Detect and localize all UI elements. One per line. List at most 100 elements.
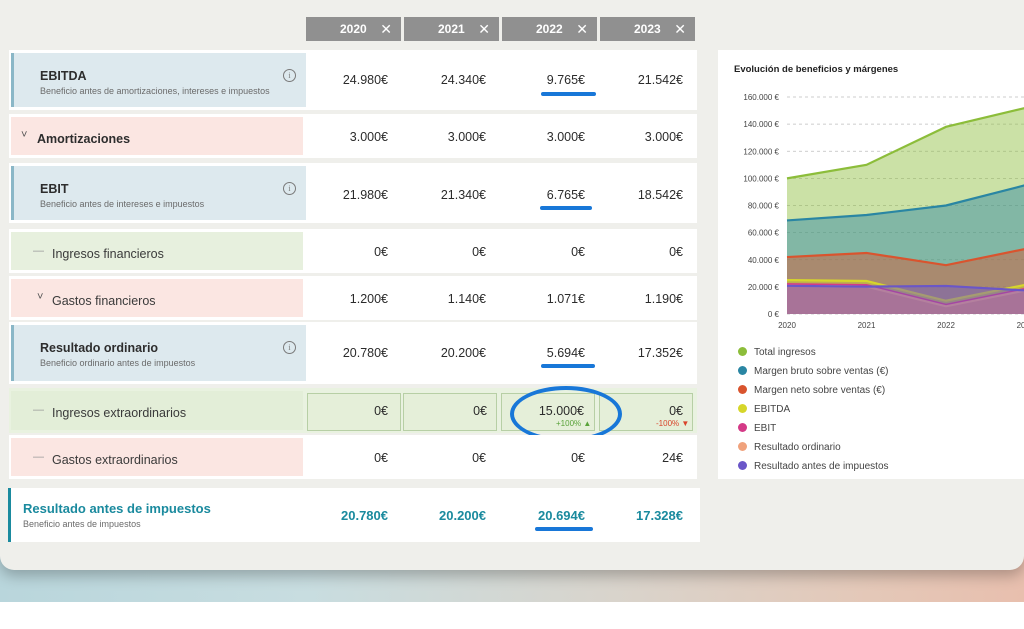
row-subtitle: Beneficio antes de intereses e impuestos	[40, 199, 205, 209]
dash-icon: —	[33, 245, 44, 257]
row-title: Resultado antes de impuestos	[23, 501, 211, 516]
close-icon[interactable]: ✕	[576, 17, 588, 41]
row-subtitle: Beneficio ordinario antes de impuestos	[40, 358, 196, 368]
value-2022: 6.765€	[546, 188, 585, 202]
value-2021: 0€	[472, 451, 486, 465]
value-2020: 3.000€	[349, 130, 388, 144]
x-tick-label: 2021	[858, 321, 876, 330]
value-input-2020[interactable]: 0€	[307, 393, 401, 431]
value-2023: 0€	[669, 245, 683, 259]
legend-dot-icon	[738, 347, 747, 356]
area-resultado-antes-de-impuestos	[787, 285, 1024, 314]
y-tick-label: 0 €	[768, 310, 780, 319]
legend-dot-icon	[738, 385, 747, 394]
close-icon[interactable]: ✕	[478, 17, 490, 41]
value-2021: 24.340€	[440, 73, 486, 87]
legend-item[interactable]: EBITDA	[738, 404, 790, 415]
chevron-down-icon[interactable]: ˅	[21, 129, 27, 141]
value-input-2021[interactable]: 0€	[403, 393, 497, 431]
value-2023: 24€	[662, 451, 683, 465]
row-title: Amortizaciones	[37, 132, 131, 146]
highlight-underline	[540, 206, 592, 210]
legend-label: Resultado antes de impuestos	[754, 461, 889, 472]
year-label: 2022	[536, 22, 563, 36]
close-icon[interactable]: ✕	[380, 17, 392, 41]
legend-label: EBIT	[754, 423, 777, 434]
year-label: 2023	[634, 22, 661, 36]
y-tick-label: 120.000 €	[743, 147, 779, 156]
value-2021: 21.340€	[440, 188, 486, 202]
value-2021: 3.000€	[447, 130, 486, 144]
value-2021: 0€	[473, 404, 487, 418]
legend-item[interactable]: Margen neto sobre ventas (€)	[738, 385, 885, 396]
row-label-box: EBIT Beneficio antes de intereses e impu…	[11, 166, 306, 220]
value-2022: 5.694€	[546, 346, 585, 360]
row-title: Gastos extraordinarios	[52, 453, 178, 467]
info-icon[interactable]: i	[283, 69, 296, 82]
highlight-underline	[535, 527, 593, 531]
legend-item[interactable]: Total ingresos	[738, 347, 816, 358]
chevron-down-icon[interactable]: ˅	[37, 291, 43, 303]
row-amortizaciones[interactable]: ˅ Amortizaciones 3.000€ 3.000€ 3.000€ 3.…	[9, 114, 697, 158]
value-2023: 1.190€	[644, 292, 683, 306]
row-label-box: ˅ Gastos financieros	[11, 279, 303, 317]
value-2022: 0€	[571, 451, 585, 465]
highlight-underline	[541, 364, 595, 368]
row-title: Ingresos financieros	[52, 247, 164, 261]
row-subtitle: Beneficio antes de amortizaciones, inter…	[40, 86, 270, 96]
change-badge-down: -100% ▼	[656, 419, 689, 428]
legend-dot-icon	[738, 404, 747, 413]
row-ebitda: EBITDA Beneficio antes de amortizaciones…	[9, 50, 697, 110]
value-2021: 20.200€	[440, 346, 486, 360]
arrow-down-icon: ▼	[681, 419, 690, 428]
chart-card: Evolución de beneficios y márgenes 0 € 20…	[718, 50, 1024, 479]
legend-item[interactable]: EBIT	[738, 423, 776, 434]
value-2023: 3.000€	[644, 130, 683, 144]
change-value: -100%	[656, 419, 680, 428]
legend-item[interactable]: Resultado antes de impuestos	[738, 461, 889, 472]
legend-item[interactable]: Resultado ordinario	[738, 442, 841, 453]
value-2023: 18.542€	[637, 188, 683, 202]
legend-item[interactable]: Margen bruto sobre ventas (€)	[738, 366, 889, 377]
row-ingresos-financieros: — Ingresos financieros 0€ 0€ 0€ 0€	[9, 229, 697, 273]
chart-title: Evolución de beneficios y márgenes	[734, 64, 899, 75]
close-icon[interactable]: ✕	[674, 17, 686, 41]
value-2022: 3.000€	[546, 130, 585, 144]
row-resultado-antes-impuestos: Resultado antes de impuestos Beneficio a…	[8, 488, 700, 542]
value-2023: 17.352€	[637, 346, 683, 360]
value-2020: 24.980€	[342, 73, 388, 87]
value-2022: 0€	[571, 245, 585, 259]
value-2021: 20.200€	[439, 508, 486, 523]
value-2020: 21.980€	[342, 188, 388, 202]
dash-icon: —	[33, 404, 44, 416]
x-tick-label: 2022	[937, 321, 955, 330]
highlight-circle	[510, 386, 622, 442]
year-label: 2021	[438, 22, 465, 36]
value-2022: 20.694€	[538, 508, 585, 523]
y-tick-label: 80.000 €	[748, 202, 780, 211]
legend-label: Margen neto sobre ventas (€)	[754, 385, 886, 396]
value-2020: 20.780€	[342, 346, 388, 360]
row-label-box: ˅ Amortizaciones	[11, 117, 303, 155]
row-gastos-extraordinarios: — Gastos extraordinarios 0€ 0€ 0€ 24€	[9, 435, 697, 479]
x-tick-label: 2020	[778, 321, 796, 330]
row-label-box: Resultado ordinario Beneficio ordinario …	[11, 325, 306, 381]
value-2023: 17.328€	[636, 508, 683, 523]
row-label-box: EBITDA Beneficio antes de amortizaciones…	[11, 53, 306, 107]
info-icon[interactable]: i	[283, 341, 296, 354]
chart-svg: 0 € 20.000 € 40.000 € 60.000 € 80.000 € 100.0…	[743, 93, 1024, 330]
value-2020: 0€	[374, 451, 388, 465]
value-2021: 0€	[472, 245, 486, 259]
row-ebit: EBIT Beneficio antes de intereses e impu…	[9, 163, 697, 223]
app-panel: 2020 ✕ 2021 ✕ 2022 ✕ 2023 ✕ EBITDA Benef…	[0, 0, 1024, 570]
legend-dot-icon	[738, 461, 747, 470]
legend-dot-icon	[738, 366, 747, 375]
row-gastos-financieros[interactable]: ˅ Gastos financieros 1.200€ 1.140€ 1.071…	[9, 276, 697, 320]
legend-dot-icon	[738, 442, 747, 451]
row-title: Gastos financieros	[52, 294, 156, 308]
value-2020: 20.780€	[341, 508, 388, 523]
info-icon[interactable]: i	[283, 182, 296, 195]
year-header-2021: 2021 ✕	[404, 17, 499, 41]
row-subtitle: Beneficio antes de impuestos	[23, 519, 141, 529]
value-2021: 1.140€	[447, 292, 486, 306]
